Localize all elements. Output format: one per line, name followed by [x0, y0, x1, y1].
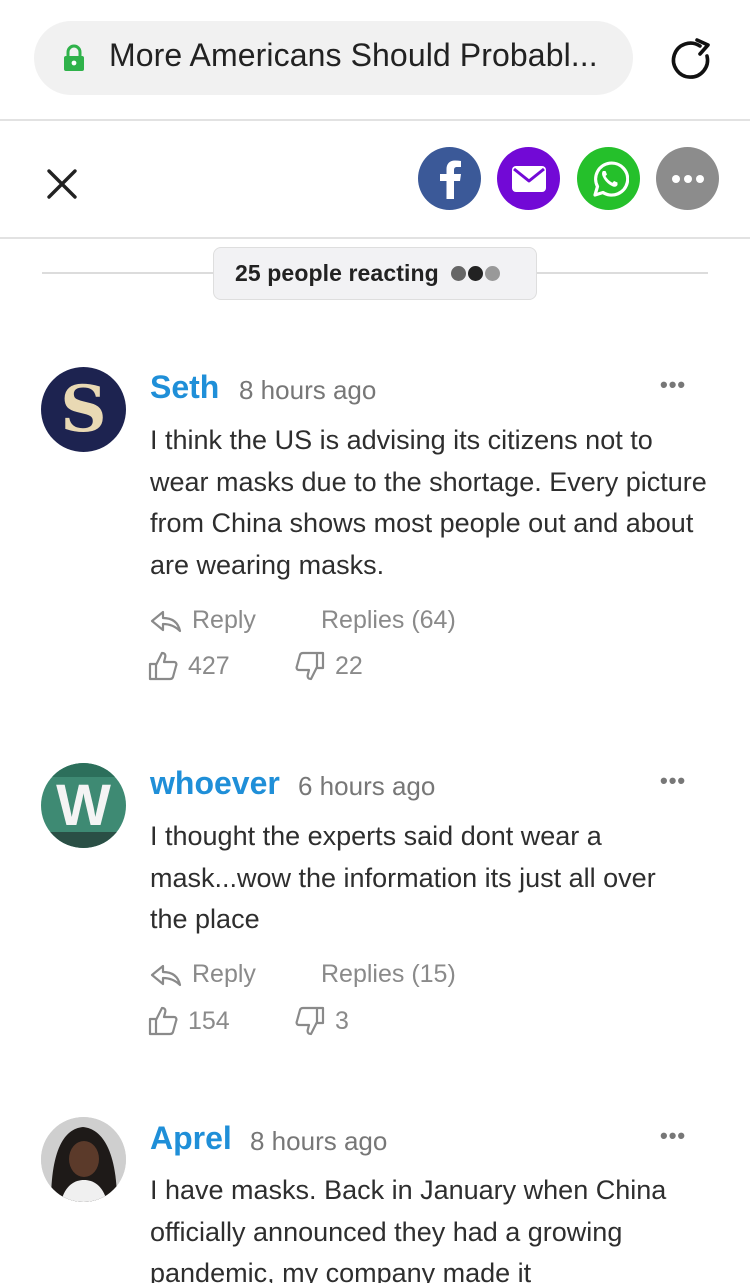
comment-body: I think the US is advising its citizens … [150, 425, 707, 580]
comment-author[interactable]: Aprel [150, 1120, 232, 1157]
avatar[interactable]: W [41, 763, 126, 848]
browser-address-bar: More Americans Should Probabl... [0, 0, 750, 121]
typing-dots-icon [450, 266, 502, 281]
reply-label: Reply [192, 960, 256, 988]
avatar[interactable]: S [41, 367, 126, 452]
email-share-button[interactable] [497, 147, 560, 210]
avatar[interactable] [41, 1117, 126, 1202]
dislike-button[interactable]: 22 [295, 651, 363, 681]
thumbs-down-icon [295, 651, 325, 681]
comment-item: W whoever 6 hours ago ••• I thought the … [0, 762, 750, 1062]
like-button[interactable]: 154 [148, 1006, 230, 1036]
whatsapp-icon [592, 160, 629, 197]
reacting-count: 25 people reacting [235, 260, 439, 286]
thumbs-up-icon [148, 651, 178, 681]
replies-link[interactable]: Replies (64) [321, 606, 456, 635]
whatsapp-share-button[interactable] [577, 147, 640, 210]
reply-icon [150, 610, 182, 632]
replies-label: Replies (64) [321, 606, 456, 634]
thumbs-up-icon [148, 1006, 178, 1036]
more-icon [671, 174, 704, 183]
url-title[interactable]: More Americans Should Probabl... [109, 37, 598, 74]
comment-body: I have masks. Back in January when China… [150, 1175, 667, 1283]
replies-link[interactable]: Replies (15) [321, 960, 456, 989]
comment-body: I thought the experts said dont wear a m… [150, 821, 656, 934]
like-count: 427 [188, 651, 230, 680]
comment-time: 6 hours ago [298, 771, 436, 801]
comment-time: 8 hours ago [250, 1126, 388, 1156]
reply-label: Reply [192, 606, 256, 634]
more-share-button[interactable] [656, 147, 719, 210]
reply-button[interactable]: Reply [150, 606, 256, 635]
comment-author[interactable]: whoever [150, 765, 280, 802]
like-count: 154 [188, 1006, 230, 1035]
avatar-letter: S [60, 371, 107, 447]
comment-author[interactable]: Seth [150, 369, 219, 406]
comment-menu-icon[interactable]: ••• [660, 372, 686, 398]
comment-time: 8 hours ago [239, 375, 377, 405]
lock-icon [64, 44, 84, 71]
comment-item: Aprel 8 hours ago ••• I have masks. Back… [0, 1117, 750, 1283]
dislike-count: 3 [335, 1006, 349, 1035]
comment-menu-icon[interactable]: ••• [660, 1123, 686, 1149]
thumbs-down-icon [295, 1006, 325, 1036]
comment-menu-icon[interactable]: ••• [660, 768, 686, 794]
facebook-share-button[interactable] [418, 147, 481, 210]
dislike-count: 22 [335, 651, 363, 680]
reload-icon[interactable] [667, 36, 715, 84]
like-button[interactable]: 427 [148, 651, 230, 681]
reply-button[interactable]: Reply [150, 960, 256, 989]
facebook-icon [439, 160, 461, 199]
comment-item: S Seth 8 hours ago ••• I think the US is… [0, 366, 750, 696]
avatar-letter: W [56, 772, 111, 838]
replies-label: Replies (15) [321, 960, 456, 988]
reacting-badge: 25 people reacting [213, 247, 537, 300]
user-photo-icon [41, 1117, 126, 1202]
reply-icon [150, 964, 182, 986]
dislike-button[interactable]: 3 [295, 1006, 349, 1036]
comments-header [0, 123, 750, 239]
mail-icon [511, 165, 546, 192]
close-icon[interactable] [45, 167, 79, 201]
